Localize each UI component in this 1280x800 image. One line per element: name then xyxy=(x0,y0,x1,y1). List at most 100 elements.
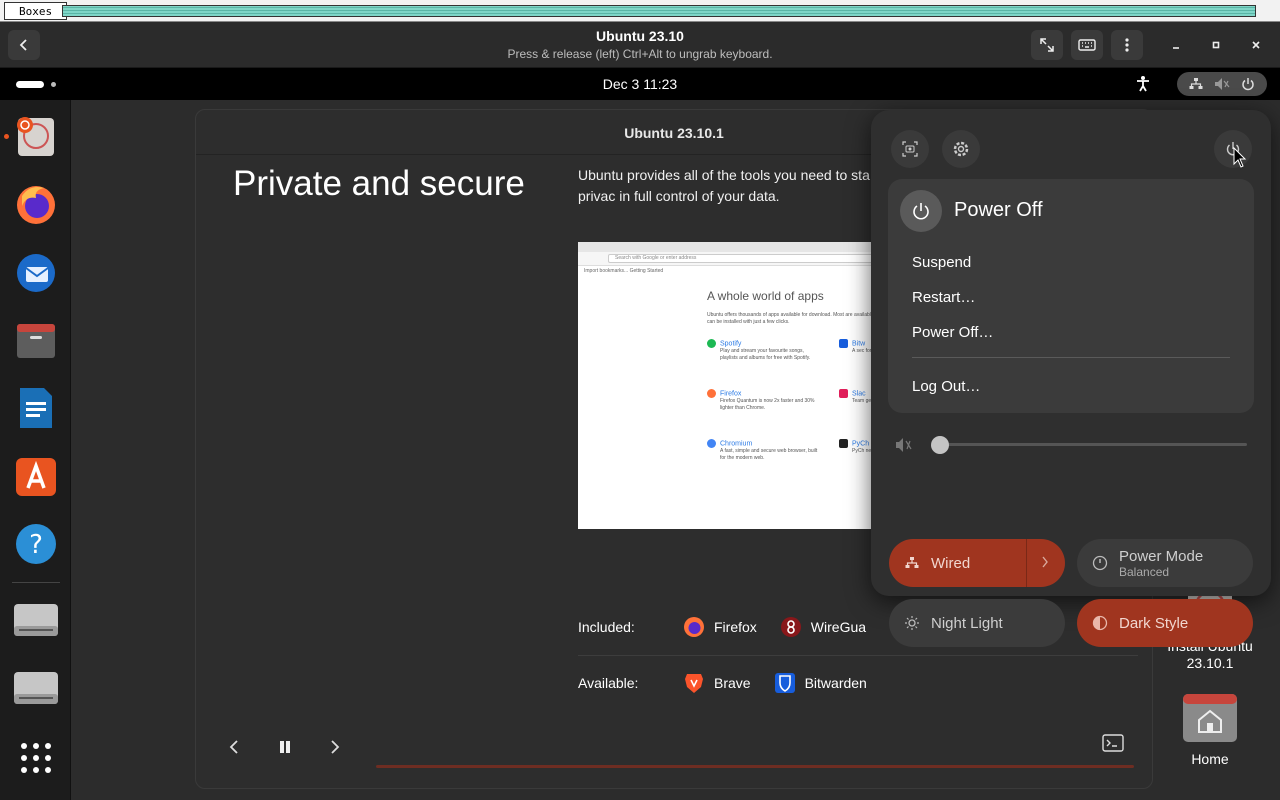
fullscreen-icon xyxy=(1040,38,1054,52)
keyboard-icon xyxy=(1078,39,1096,51)
restart-menu-item[interactable]: Restart… xyxy=(912,289,975,306)
power-off-icon-button[interactable] xyxy=(900,190,942,232)
svg-text:?: ? xyxy=(29,530,43,560)
spotify-icon xyxy=(707,339,716,348)
power-menu-separator xyxy=(912,357,1230,358)
quick-settings-panel: Power Off Suspend Restart… Power Off… Lo… xyxy=(871,110,1271,647)
chevron-right-icon xyxy=(1042,556,1048,568)
volume-knob[interactable] xyxy=(931,436,949,454)
bitwarden-icon xyxy=(773,671,797,695)
settings-button[interactable] xyxy=(942,130,980,168)
night-light-toggle[interactable]: Night Light xyxy=(889,599,1065,647)
desktop-home-folder[interactable]: Home xyxy=(1155,690,1265,767)
keyboard-button[interactable] xyxy=(1071,30,1103,60)
pause-slideshow-button[interactable] xyxy=(273,735,297,759)
minimize-icon xyxy=(1173,47,1179,49)
gear-icon xyxy=(953,141,969,157)
firefox-icon xyxy=(707,389,716,398)
network-wired-icon xyxy=(903,554,921,572)
included-app: Firefox xyxy=(682,615,757,639)
volume-muted-icon xyxy=(1214,78,1230,90)
dock-app-center-icon[interactable] xyxy=(12,452,60,500)
volume-muted-icon xyxy=(896,438,912,452)
kebab-menu-icon xyxy=(1125,38,1129,52)
menu-button[interactable] xyxy=(1111,30,1143,60)
available-label: Available: xyxy=(578,675,639,691)
power-menu-title: Power Off xyxy=(954,199,1043,221)
fullscreen-button[interactable] xyxy=(1031,30,1063,60)
install-progress-bar xyxy=(376,765,1134,768)
clock[interactable]: Dec 3 11:23 xyxy=(0,76,1280,92)
accessibility-icon[interactable] xyxy=(1133,74,1153,94)
wireguard-icon xyxy=(779,615,803,639)
mouse-cursor-icon xyxy=(1233,147,1247,168)
dock-separator xyxy=(12,582,60,583)
power-off-menu-item[interactable]: Power Off… xyxy=(912,324,993,341)
chevron-right-icon xyxy=(331,740,340,754)
show-apps-grid-icon[interactable] xyxy=(12,734,60,782)
wired-toggle[interactable]: Wired xyxy=(889,539,1065,587)
available-app: Brave xyxy=(682,671,751,695)
terminal-icon xyxy=(1102,734,1124,752)
close-icon xyxy=(1252,41,1260,49)
screenshot-icon xyxy=(902,141,918,157)
dock-firefox-icon[interactable] xyxy=(12,180,60,228)
minimize-button[interactable] xyxy=(1160,30,1192,60)
slide-heading: Private and secure xyxy=(233,164,525,203)
dark-style-toggle[interactable]: Dark Style xyxy=(1077,599,1253,647)
x11-titlebar: Boxes xyxy=(0,0,1280,22)
pycharm-icon xyxy=(839,439,848,448)
guest-display[interactable]: Dec 3 11:23 ? Ubuntu 23.10.1 Private and… xyxy=(0,68,1280,800)
terminal-log-button[interactable] xyxy=(1102,734,1124,752)
screenshot-button[interactable] xyxy=(891,130,929,168)
system-status-area[interactable] xyxy=(1177,72,1267,96)
dock-help-icon[interactable]: ? xyxy=(12,520,60,568)
available-app: Bitwarden xyxy=(773,671,867,695)
dock-installer-icon[interactable] xyxy=(12,112,60,160)
bitwarden-icon xyxy=(839,339,848,348)
network-wired-icon xyxy=(1189,78,1203,89)
dock-drive-icon[interactable] xyxy=(12,664,60,712)
home-folder-icon xyxy=(1183,694,1237,742)
power-icon xyxy=(1242,78,1255,91)
power-icon xyxy=(913,203,929,220)
x11-titlebar-stripes[interactable] xyxy=(62,5,1256,17)
power-mode-toggle[interactable]: Power Mode Balanced xyxy=(1077,539,1253,587)
firefox-icon xyxy=(682,615,706,639)
included-divider xyxy=(578,655,1138,656)
power-off-menu: Power Off Suspend Restart… Power Off… Lo… xyxy=(888,179,1254,413)
night-light-icon xyxy=(903,614,921,632)
screenshot-app-entry: Chromium A fast, simple and secure web b… xyxy=(707,439,820,462)
power-mode-icon xyxy=(1091,554,1109,572)
screenshot-app-entry: Firefox Firefox Quantum is now 2x faster… xyxy=(707,389,820,412)
chromium-icon xyxy=(707,439,716,448)
dark-style-icon xyxy=(1091,614,1109,632)
dock-drive-icon[interactable] xyxy=(12,596,60,644)
dock-writer-icon[interactable] xyxy=(12,384,60,432)
maximize-button[interactable] xyxy=(1200,30,1232,60)
pause-icon xyxy=(280,741,290,753)
available-row: Available: Brave Bitwarden xyxy=(578,671,889,695)
volume-track[interactable] xyxy=(939,443,1247,446)
maximize-icon xyxy=(1212,41,1220,49)
slack-icon xyxy=(839,389,848,398)
log-out-menu-item[interactable]: Log Out… xyxy=(912,378,980,395)
previous-slide-button[interactable] xyxy=(222,735,246,759)
suspend-menu-item[interactable]: Suspend xyxy=(912,254,971,271)
chevron-left-icon xyxy=(229,740,238,754)
next-slide-button[interactable] xyxy=(323,735,347,759)
running-indicator xyxy=(4,134,9,139)
wired-submenu-arrow[interactable] xyxy=(1041,555,1049,573)
x11-window-title: Boxes xyxy=(4,2,68,20)
brave-icon xyxy=(682,671,706,695)
included-row: Included: Firefox WireGua xyxy=(578,615,888,639)
dock: ? xyxy=(0,100,71,800)
included-label: Included: xyxy=(578,619,635,635)
included-app: WireGua xyxy=(779,615,866,639)
wired-divider xyxy=(1026,539,1027,587)
dock-files-icon[interactable] xyxy=(12,316,60,364)
volume-slider[interactable] xyxy=(893,433,1253,457)
dock-thunderbird-icon[interactable] xyxy=(12,248,60,296)
screenshot-headline: A whole world of apps xyxy=(707,289,824,303)
close-button[interactable] xyxy=(1240,30,1272,60)
